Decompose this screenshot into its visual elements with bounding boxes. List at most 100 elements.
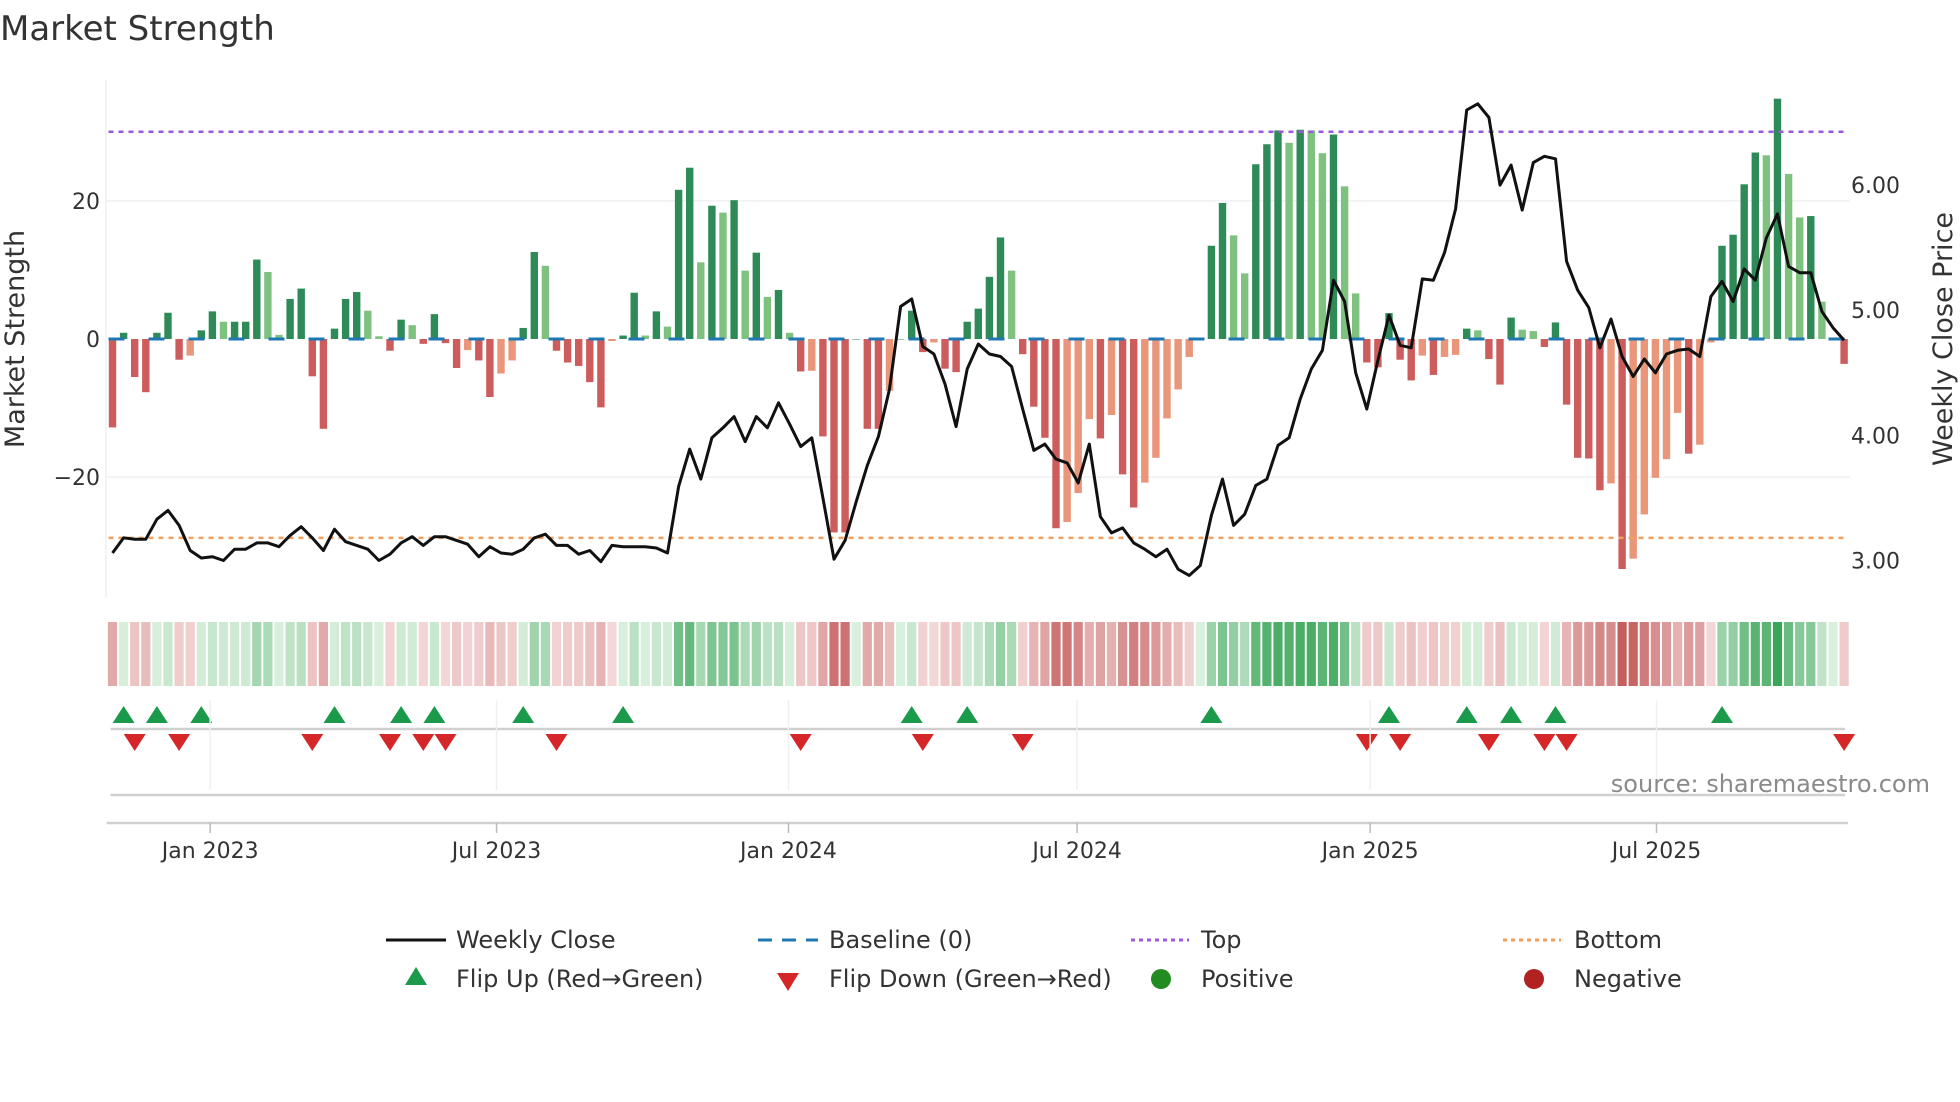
strip-cell <box>884 622 895 686</box>
strip-cell <box>1628 622 1638 686</box>
strength-bar <box>175 339 183 360</box>
strength-bar <box>963 321 971 339</box>
strength-bar <box>752 252 760 339</box>
strip-cell <box>1506 622 1516 686</box>
strength-heat-strip <box>107 622 1849 686</box>
strip-cell <box>1473 622 1483 686</box>
strength-bar <box>608 339 616 342</box>
strip-cell <box>1828 622 1838 686</box>
strength-bar <box>1130 339 1138 508</box>
strength-bar <box>519 327 527 339</box>
strip-cell <box>796 622 806 686</box>
strip-cell <box>707 622 717 686</box>
strength-bar <box>1718 245 1726 339</box>
strength-bar <box>286 298 294 339</box>
strength-bar <box>1496 339 1504 385</box>
strip-cell <box>563 622 573 686</box>
strip-cell <box>951 622 961 686</box>
y2-tick-label: 6.00 <box>1851 174 1900 199</box>
strip-cell <box>1217 622 1228 686</box>
flip-down-marker <box>545 734 568 751</box>
strength-bar <box>1041 339 1049 438</box>
strip-cell <box>196 622 206 686</box>
strength-bar <box>1607 339 1615 484</box>
strip-cell <box>1650 622 1660 686</box>
strength-bar <box>1551 322 1560 339</box>
strip-cell <box>862 622 872 686</box>
strip-cell <box>718 622 728 686</box>
strength-bar <box>364 310 372 339</box>
strip-cell <box>263 622 273 686</box>
strength-bar <box>1796 217 1804 339</box>
strength-bar <box>341 298 350 339</box>
strip-cell <box>1761 622 1771 686</box>
strip-cell <box>729 622 739 686</box>
strip-cell <box>329 622 340 686</box>
flip-down-marker <box>1833 734 1856 751</box>
strength-bar <box>996 237 1005 339</box>
strength-bar <box>208 311 217 339</box>
strip-cell <box>152 622 162 686</box>
flip-up-marker <box>956 706 979 723</box>
strip-cell <box>130 622 140 686</box>
strip-cell <box>1018 622 1028 686</box>
flip-up-marker <box>1378 706 1400 723</box>
strip-cell <box>352 622 362 686</box>
strength-bar <box>841 339 849 533</box>
strength-bar <box>319 339 328 429</box>
strength-bar <box>1185 339 1193 357</box>
strength-bar <box>330 328 339 339</box>
strip-cell <box>1328 622 1339 686</box>
strength-bar <box>242 321 250 339</box>
strength-bar <box>1451 339 1460 355</box>
weekly-close-polyline <box>111 102 1846 577</box>
strip-cell <box>696 622 706 686</box>
y2-tick-label: 5.00 <box>1851 299 1900 324</box>
strip-cell <box>1395 622 1405 686</box>
flip-down-marker <box>123 734 146 751</box>
strength-bar <box>852 339 860 340</box>
strip-cell <box>507 622 517 686</box>
strip-cell <box>1462 622 1472 686</box>
strip-cell <box>496 622 506 686</box>
weekly-close-line <box>111 102 1846 577</box>
strength-bar <box>541 265 550 339</box>
strength-bar <box>630 292 638 339</box>
x-tick-label: Jul 2024 <box>1030 839 1122 864</box>
strength-bar <box>486 339 494 398</box>
strip-cell <box>396 622 406 686</box>
strip-cell <box>629 622 639 686</box>
strip-cell <box>995 622 1006 686</box>
strip-cell <box>274 622 284 686</box>
strength-bar <box>930 339 938 343</box>
strip-cell <box>207 622 217 686</box>
strength-bar <box>974 308 982 339</box>
y-tick-label: 20 <box>72 190 100 215</box>
strip-cell <box>818 622 828 686</box>
strip-cell <box>1229 622 1239 686</box>
flip-markers <box>106 706 1856 825</box>
chart-title: Market Strength <box>0 9 275 49</box>
strip-cell <box>1839 622 1849 686</box>
strength-bar <box>763 296 772 339</box>
strip-cell <box>1206 622 1216 686</box>
strength-bar <box>985 276 994 339</box>
strength-bar <box>586 339 594 383</box>
strength-bar <box>730 200 738 339</box>
strength-bar <box>830 339 838 533</box>
strip-cell <box>1417 622 1427 686</box>
flip-up-marker <box>612 706 635 723</box>
strip-cell <box>1284 622 1294 686</box>
strength-bar <box>1418 339 1426 356</box>
strength-bar <box>1363 339 1371 363</box>
flip-down-marker <box>434 734 457 751</box>
strength-bar <box>1296 129 1304 339</box>
strength-bar <box>508 339 516 361</box>
strip-cell <box>1406 622 1416 686</box>
strip-cell <box>1584 622 1594 686</box>
strength-bar <box>1751 152 1759 339</box>
strip-cell <box>607 622 617 686</box>
strip-cell <box>907 622 917 686</box>
flip-up-marker <box>900 706 923 723</box>
strip-cell <box>1528 622 1538 686</box>
